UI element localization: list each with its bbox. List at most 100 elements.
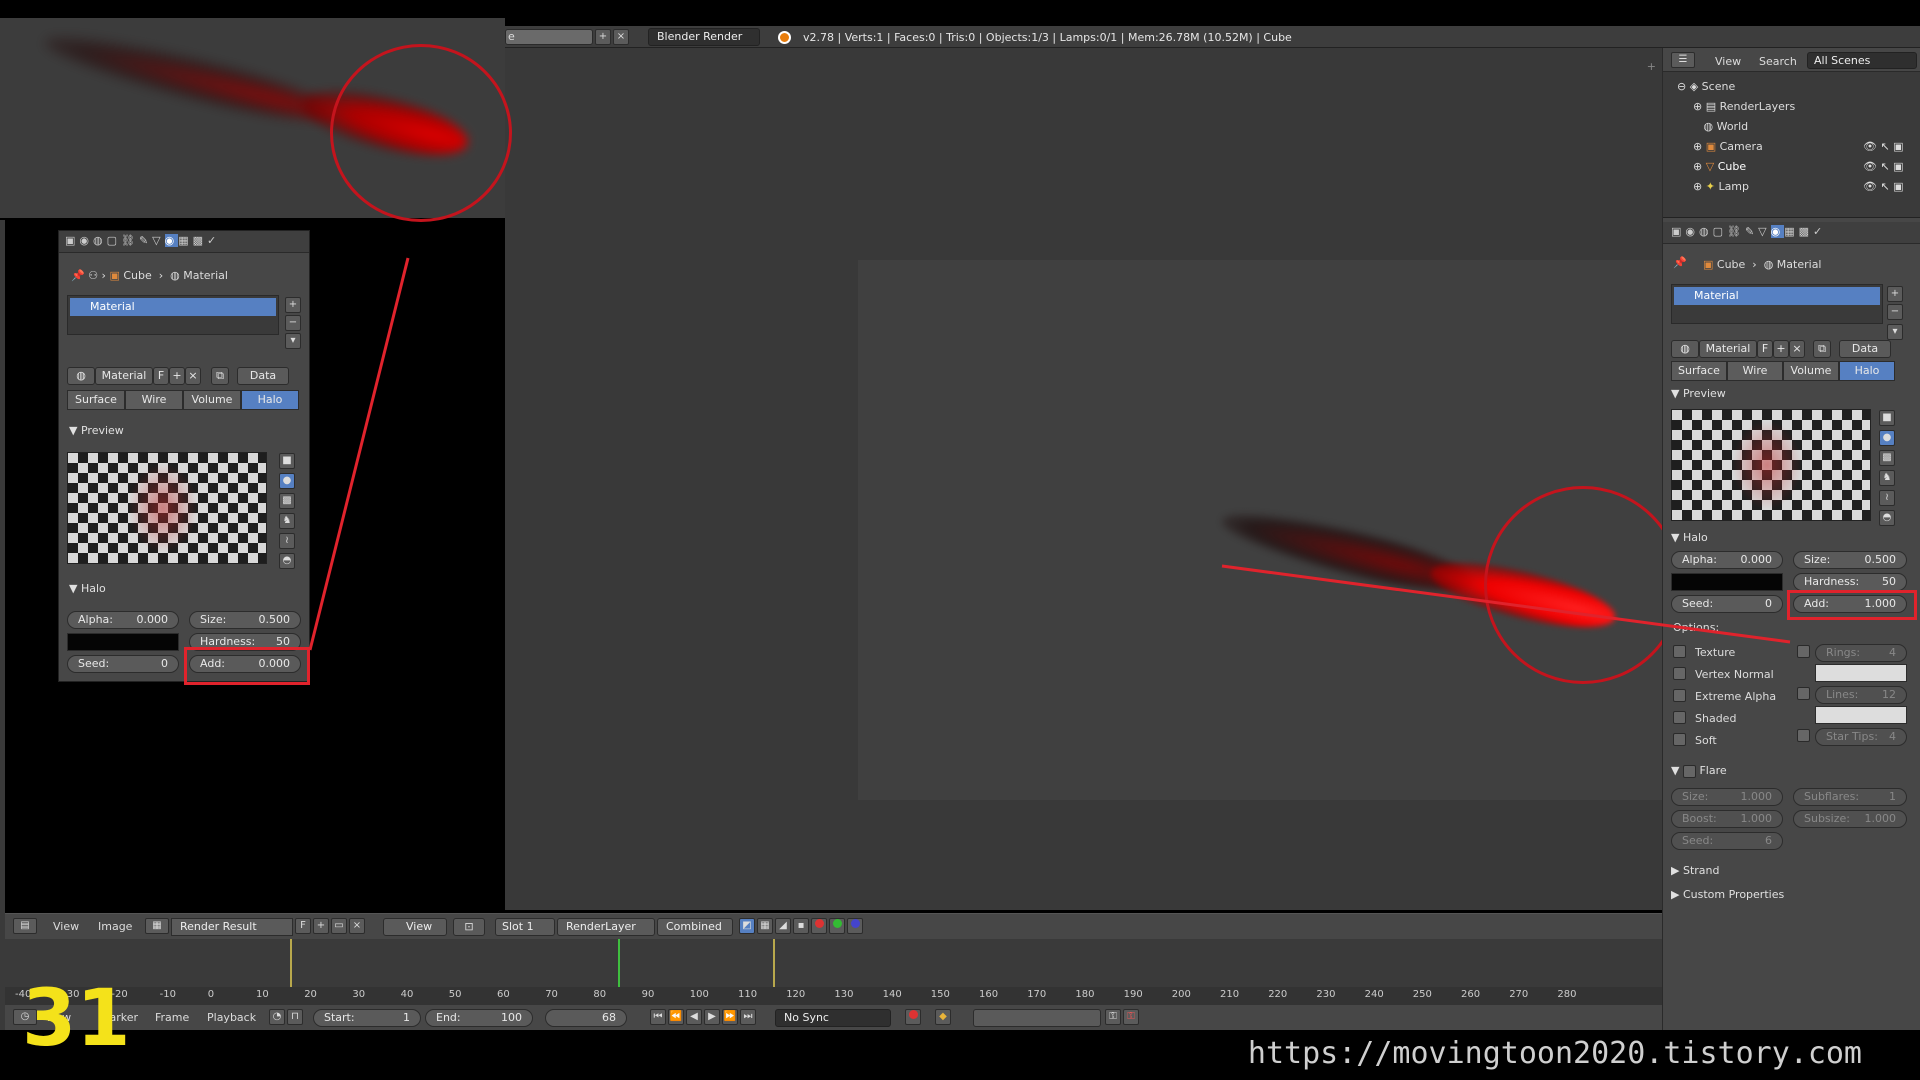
preview-sphere-icon[interactable]: ● (1879, 430, 1895, 446)
material-browse[interactable]: ◍ (1671, 340, 1699, 358)
outliner[interactable]: ☰ View Search All Scenes ⊖ ◈ Scene ⊕ ▤ R… (1663, 48, 1920, 218)
material-slot-list[interactable]: Material (1671, 284, 1883, 324)
green-channel-icon[interactable] (829, 918, 845, 934)
halo-alpha-field[interactable]: Alpha: 0.000 (1671, 551, 1783, 569)
record-icon[interactable] (905, 1009, 921, 1025)
image-open-icon[interactable]: ▭ (331, 918, 347, 934)
tab-surface[interactable]: Surface (1671, 361, 1727, 381)
properties-context-icons[interactable]: ▣◉◍▢⛓✎▽◉▦▩✓ (1671, 225, 1826, 238)
outliner-menu-view[interactable]: View (1715, 55, 1741, 68)
header-text-field[interactable]: e (505, 29, 593, 45)
next-keyframe-icon[interactable]: ⏩ (722, 1009, 738, 1025)
alpha-icon[interactable]: ▦ (757, 918, 773, 934)
material-slot-row[interactable]: Material (1674, 287, 1880, 305)
material-add-icon[interactable]: + (1773, 340, 1789, 358)
end-frame-field[interactable]: End: 100 (425, 1009, 533, 1027)
halo-panel-header[interactable]: ▼ Halo (1671, 531, 1708, 544)
material-name-field[interactable]: Material (1699, 340, 1757, 358)
timeline-menu-frame[interactable]: Frame (155, 1011, 189, 1024)
material-copy-icon[interactable]: ⧉ (1813, 340, 1831, 358)
subsize-field[interactable]: Subsize: 1.000 (1793, 810, 1907, 828)
strand-panel-header[interactable]: ▶ Strand (1671, 864, 1719, 877)
material-link-select[interactable]: Data (1839, 340, 1891, 358)
preview-cube-icon[interactable]: ▩ (1879, 450, 1895, 466)
prev-keyframe-icon[interactable]: ⏪ (668, 1009, 684, 1025)
lines-checkbox[interactable] (1797, 687, 1810, 700)
custom-properties-header[interactable]: ▶ Custom Properties (1671, 888, 1784, 901)
camera-visibility-icons[interactable]: 👁 ↖ ▣ (1863, 140, 1904, 153)
pin-icon[interactable]: 📌 (1673, 256, 1687, 269)
image-fake-user[interactable]: F (295, 918, 311, 934)
view-mode-select[interactable]: View (383, 918, 447, 936)
preview-flat-icon[interactable]: ■ (1879, 410, 1895, 426)
tab-wire[interactable]: Wire (1727, 361, 1783, 381)
soft-checkbox[interactable] (1673, 733, 1686, 746)
tab-volume[interactable]: Volume (1783, 361, 1839, 381)
image-new-icon[interactable]: + (313, 918, 329, 934)
outliner-scenes-select[interactable]: All Scenes (1807, 52, 1917, 69)
vertex-normal-checkbox[interactable] (1673, 667, 1686, 680)
timeline-menu-playback[interactable]: Playback (207, 1011, 256, 1024)
boost-field[interactable]: Boost: 1.000 (1671, 810, 1783, 828)
outliner-item-world[interactable]: ◍ World (1693, 120, 1748, 133)
render-pass-select[interactable]: Combined (657, 918, 733, 936)
delete-scene-icon[interactable]: × (613, 29, 629, 45)
rings-field[interactable]: Rings: 4 (1815, 644, 1907, 662)
color-alpha-icon[interactable]: ◩ (739, 918, 755, 934)
render-engine-select[interactable]: Blender Render (648, 28, 760, 46)
play-reverse-icon[interactable]: ◀ (686, 1009, 702, 1025)
flare-seed-field[interactable]: Seed: 6 (1671, 832, 1783, 850)
tab-halo[interactable]: Halo (1839, 361, 1895, 381)
sync-mode-select[interactable]: No Sync (775, 1009, 891, 1027)
halo-color-swatch[interactable] (1671, 573, 1783, 591)
menu-view[interactable]: View (53, 920, 79, 933)
image-unlink-icon[interactable]: × (349, 918, 365, 934)
material-fake-user[interactable]: F (1757, 340, 1773, 358)
zbuffer-icon[interactable]: ◢ (775, 918, 791, 934)
start-frame-field[interactable]: Start: 1 (313, 1009, 421, 1027)
star-checkbox[interactable] (1797, 729, 1810, 742)
delete-keyframe-icon[interactable]: ⚿ (1123, 1009, 1139, 1025)
image-editor-canvas[interactable]: + (505, 48, 1819, 910)
blue-channel-icon[interactable] (847, 918, 863, 934)
pivot-select[interactable]: ⊡ (453, 918, 485, 936)
preview-sky-icon[interactable]: ◓ (1879, 510, 1895, 526)
preview-range-icon[interactable]: ◔ (269, 1009, 285, 1025)
star-tips-field[interactable]: Star Tips: 4 (1815, 728, 1907, 746)
preview-panel-header[interactable]: ▼ Preview (1671, 387, 1726, 400)
add-scene-icon[interactable]: + (595, 29, 611, 45)
jump-end-icon[interactable]: ⏭ (740, 1009, 756, 1025)
extreme-alpha-checkbox[interactable] (1673, 689, 1686, 702)
outliner-type-icon[interactable]: ☰ (1671, 52, 1695, 68)
rings-color[interactable] (1815, 664, 1907, 682)
flare-size-field[interactable]: Size: 1.000 (1671, 788, 1783, 806)
red-channel-icon[interactable] (811, 918, 827, 934)
lines-field[interactable]: Lines: 12 (1815, 686, 1907, 704)
add-slot-icon[interactable]: + (1887, 286, 1903, 302)
jump-start-icon[interactable]: ⏮ (650, 1009, 666, 1025)
image-browse-icon[interactable]: ▦ (145, 918, 169, 934)
halo-seed-field[interactable]: Seed: 0 (1671, 595, 1783, 613)
rings-checkbox[interactable] (1797, 645, 1810, 658)
outliner-item-cube[interactable]: ⊕ ▽ Cube (1693, 160, 1746, 173)
subflares-field[interactable]: Subflares: 1 (1793, 788, 1907, 806)
outliner-menu-search[interactable]: Search (1759, 55, 1797, 68)
preview-hair-icon[interactable]: ≀ (1879, 490, 1895, 506)
editor-type-icon[interactable]: ▤ (13, 918, 37, 934)
play-icon[interactable]: ▶ (704, 1009, 720, 1025)
cube-visibility-icons[interactable]: 👁 ↖ ▣ (1863, 160, 1904, 173)
outliner-item-renderlayers[interactable]: ⊕ ▤ RenderLayers (1693, 100, 1795, 113)
remove-slot-icon[interactable]: − (1887, 304, 1903, 320)
menu-image[interactable]: Image (98, 920, 132, 933)
flare-panel-header[interactable]: ▼ Flare (1671, 764, 1727, 778)
timeline-area[interactable]: -40 -30 -20 -10 0 10 20 30 40 50 60 70 80 90 100 110 120… (5, 939, 1662, 1005)
preview-monkey-icon[interactable]: ♞ (1879, 470, 1895, 486)
slot-select[interactable]: Slot 1 (495, 918, 555, 936)
slot-menu-icon[interactable]: ▾ (1887, 324, 1903, 340)
lines-color[interactable] (1815, 706, 1907, 724)
current-frame-field[interactable]: 68 (545, 1009, 627, 1027)
material-unlink-icon[interactable]: × (1789, 340, 1805, 358)
render-layer-select[interactable]: RenderLayer (557, 918, 655, 936)
outliner-item-scene[interactable]: ⊖ ◈ Scene (1677, 80, 1735, 93)
insert-keyframe-icon[interactable]: ⚿ (1105, 1009, 1121, 1025)
